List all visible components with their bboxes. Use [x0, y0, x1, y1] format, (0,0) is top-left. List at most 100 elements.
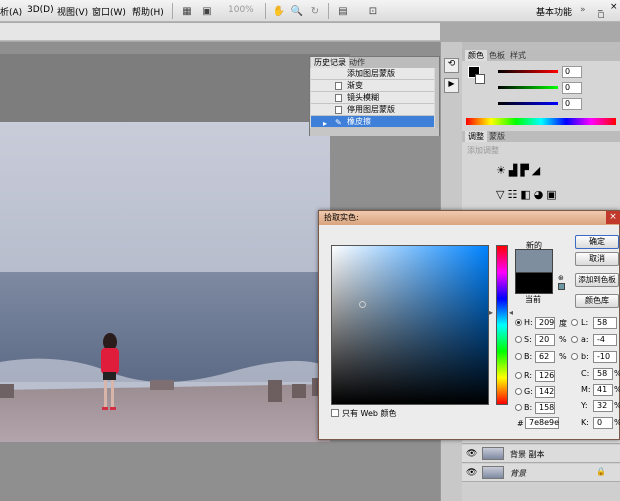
hue-slider[interactable] — [496, 245, 508, 405]
dialog-titlebar[interactable]: 拾取实色: — [319, 211, 619, 225]
color-field-cursor[interactable] — [359, 301, 366, 308]
screen-mode-icon[interactable]: ▣ — [198, 3, 216, 19]
menu-window[interactable]: 窗口(W) — [92, 5, 126, 18]
close-button[interactable]: × — [610, 2, 618, 12]
out-of-gamut-warning-icon[interactable]: ⊛ — [558, 274, 564, 282]
visibility-eye-icon[interactable]: 👁 — [466, 449, 477, 459]
hex-label: # — [517, 419, 524, 428]
red-slider[interactable] — [498, 70, 558, 73]
menu-analysis[interactable]: 析(A) — [0, 5, 22, 18]
green-radio[interactable] — [515, 388, 522, 395]
hue-slider-left-arrow-icon[interactable]: ▸ — [489, 308, 493, 317]
document-canvas[interactable] — [0, 122, 330, 442]
photo-post — [292, 384, 306, 398]
web-only-checkbox[interactable] — [331, 409, 339, 417]
green-field[interactable]: 142 — [535, 386, 555, 398]
hand-tool-icon[interactable]: ▦ — [178, 3, 196, 19]
current-color-swatch[interactable] — [515, 272, 553, 294]
tab-swatches[interactable]: 色板 — [486, 50, 508, 61]
web-safe-swatch[interactable] — [558, 283, 565, 290]
lab-l-radio[interactable] — [571, 319, 578, 326]
restore-button[interactable]: □ — [598, 11, 605, 19]
history-panel-icon[interactable]: ⟲ — [444, 58, 459, 73]
lab-l-field[interactable]: 58 — [593, 317, 617, 329]
tab-color[interactable]: 颜色 — [465, 50, 487, 61]
tab-styles[interactable]: 样式 — [507, 50, 529, 61]
hue-radio[interactable] — [515, 319, 522, 326]
web-only-label: 只有 Web 颜色 — [342, 409, 397, 418]
saturation-field[interactable]: 20 — [535, 334, 555, 346]
hue-slider-right-arrow-icon[interactable]: ◂ — [509, 308, 513, 317]
lab-b-field[interactable]: -10 — [593, 351, 617, 363]
history-scrollbar[interactable] — [435, 68, 439, 128]
brightness-radio[interactable] — [515, 353, 522, 360]
actions-panel-icon[interactable]: ▶ — [444, 78, 459, 93]
ok-button[interactable]: 确定 — [575, 235, 619, 249]
brightness-label: B: — [524, 352, 533, 361]
adjustment-icons-row-2[interactable]: ▽☷◧◕▣ — [496, 188, 586, 203]
cyan-field[interactable]: 58 — [593, 368, 613, 380]
tab-actions[interactable]: 动作 — [346, 57, 368, 68]
cancel-button[interactable]: 取消 — [575, 252, 619, 266]
history-step-icon — [335, 94, 342, 102]
red-value[interactable]: 0 — [562, 66, 582, 78]
color-libraries-button[interactable]: 颜色库 — [575, 294, 619, 308]
screen-layout-icon[interactable]: ⊡ — [364, 3, 382, 19]
hue-field[interactable]: 209 — [535, 317, 555, 329]
layer-row[interactable]: 👁 背景 副本 — [462, 445, 620, 463]
hand-icon[interactable]: ✋ — [270, 3, 288, 19]
tab-masks[interactable]: 蒙版 — [486, 131, 508, 142]
layer-row[interactable]: 👁 背景 🔒 — [462, 464, 620, 482]
zoom-icon[interactable]: 🔍 — [288, 3, 306, 19]
black-field[interactable]: 0 — [593, 417, 613, 429]
history-row[interactable]: 镜头模糊 — [311, 92, 434, 104]
arrange-docs-icon[interactable]: ▤ — [334, 3, 352, 19]
lab-b-radio[interactable] — [571, 353, 578, 360]
blue-field[interactable]: 158 — [535, 402, 555, 414]
rotate-view-icon[interactable]: ↻ — [306, 3, 324, 19]
yellow-field[interactable]: 32 — [593, 400, 613, 412]
green-value[interactable]: 0 — [562, 82, 582, 94]
workspace-dropdown-icon[interactable]: » — [580, 5, 586, 15]
blue-slider[interactable] — [498, 102, 558, 105]
background-color-swatch[interactable] — [475, 74, 485, 84]
blue-radio[interactable] — [515, 404, 522, 411]
saturation-label: S: — [524, 335, 532, 344]
red-field[interactable]: 126 — [535, 370, 555, 382]
lab-a-radio[interactable] — [571, 336, 578, 343]
add-to-swatches-button[interactable]: 添加到色板 — [575, 273, 619, 287]
saturation-radio[interactable] — [515, 336, 522, 343]
green-slider[interactable] — [498, 86, 558, 89]
cyan-unit: % — [614, 369, 620, 378]
menu-3d[interactable]: 3D(D) — [27, 5, 54, 15]
zoom-level[interactable]: 100% — [228, 5, 254, 15]
color-field[interactable] — [331, 245, 489, 405]
menu-separator — [265, 3, 266, 19]
adjust-hint: 添加调整 — [467, 146, 499, 155]
visibility-eye-icon[interactable]: 👁 — [466, 468, 477, 478]
history-row-label: 添加图层蒙版 — [347, 69, 395, 78]
menu-help[interactable]: 帮助(H) — [132, 5, 164, 18]
history-row[interactable]: 渐变 — [311, 80, 434, 92]
magenta-field[interactable]: 41 — [593, 384, 613, 396]
dialog-title: 拾取实色: — [324, 213, 359, 222]
blue-value[interactable]: 0 — [562, 98, 582, 110]
history-row[interactable]: 添加图层蒙版 — [311, 68, 434, 80]
brightness-field[interactable]: 62 — [535, 351, 555, 363]
tab-adjustments[interactable]: 调整 — [465, 131, 487, 142]
red-radio[interactable] — [515, 372, 522, 379]
history-row[interactable]: 停用图层蒙版 — [311, 104, 434, 116]
adjustment-icons-row-1[interactable]: ☀▟▛◢ — [496, 164, 586, 179]
menu-view[interactable]: 视图(V) — [57, 5, 88, 18]
tab-history[interactable]: 历史记录 — [311, 57, 349, 68]
lab-l-label: L: — [581, 318, 589, 327]
workspace-switcher[interactable]: 基本功能 — [536, 5, 572, 18]
black-unit: % — [614, 418, 620, 427]
history-row-label: 渐变 — [347, 81, 363, 90]
history-row-selected[interactable]: ▸ ✎ 橡皮擦 — [311, 116, 434, 128]
lab-a-field[interactable]: -4 — [593, 334, 617, 346]
photo-post — [0, 384, 14, 398]
hex-field[interactable]: 7e8e9e — [525, 417, 559, 429]
color-spectrum-ramp[interactable] — [466, 118, 616, 125]
close-icon[interactable]: × — [606, 211, 620, 224]
